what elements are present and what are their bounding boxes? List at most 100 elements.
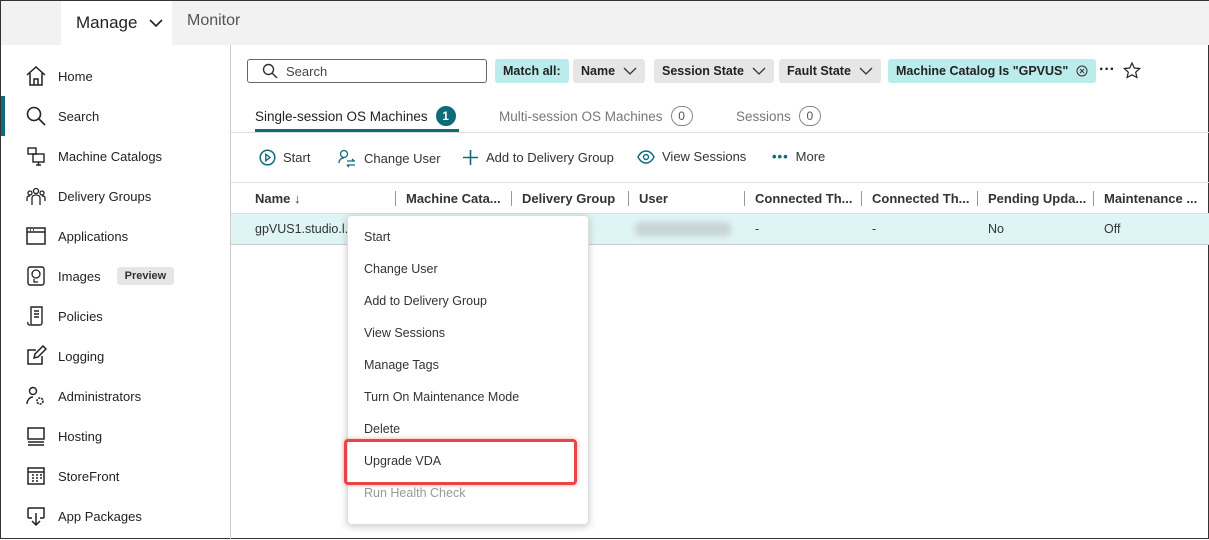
- sidebar-item-label: Home: [58, 68, 93, 84]
- sidebar-item-label: Hosting: [58, 428, 103, 444]
- tab-label: Multi-session OS Machines: [499, 108, 663, 124]
- play-circle-icon: [259, 149, 276, 166]
- menu-item-delete[interactable]: Delete: [364, 422, 400, 436]
- column-header[interactable]: Machine Cata...: [406, 191, 501, 206]
- column-header[interactable]: Pending Upda...: [988, 191, 1086, 206]
- column-header[interactable]: User: [639, 191, 668, 206]
- menu-item-add-to-delivery-group[interactable]: Add to Delivery Group: [364, 294, 487, 308]
- start-button[interactable]: Start: [259, 149, 310, 166]
- machine-catalog-filter[interactable]: Machine Catalog Is "GPVUS": [888, 59, 1097, 83]
- sidebar-item-applications[interactable]: Applications: [1, 216, 230, 256]
- cell-connected: -: [872, 222, 877, 236]
- chevron-down-icon: [859, 67, 873, 75]
- logging-icon: [25, 345, 47, 367]
- manage-label: Manage: [76, 13, 138, 32]
- sidebar-item-label: App Packages: [58, 508, 142, 524]
- more-button[interactable]: ••• More: [772, 149, 825, 164]
- name-filter[interactable]: Name: [573, 59, 646, 83]
- delivery-groups-icon: [25, 185, 47, 207]
- session-state-label: Session State: [662, 64, 744, 78]
- storefront-icon: [25, 465, 47, 487]
- match-all-chip[interactable]: Match all:: [495, 59, 569, 83]
- cell-connected: -: [755, 222, 760, 236]
- sidebar-item-label: Delivery Groups: [58, 188, 152, 204]
- sidebar-item-policies[interactable]: Policies: [1, 296, 230, 336]
- column-header[interactable]: Connected Th...: [872, 191, 970, 206]
- tab-label: Sessions: [736, 108, 791, 124]
- search-icon: [262, 63, 278, 79]
- cell-pending-update: No: [988, 222, 1004, 236]
- menu-item-start[interactable]: Start: [364, 230, 390, 244]
- menu-item-run-health-check[interactable]: Run Health Check: [364, 486, 465, 500]
- name-filter-label: Name: [581, 64, 616, 78]
- more-label: More: [795, 149, 826, 164]
- chevron-down-icon: [752, 67, 766, 75]
- change-user-button[interactable]: Change User: [338, 149, 441, 168]
- hosting-icon: [25, 425, 47, 447]
- sidebar-item-delivery-groups[interactable]: Delivery Groups: [1, 176, 230, 216]
- sidebar-item-label: Applications: [58, 228, 129, 244]
- manage-tab[interactable]: Manage: [61, 1, 172, 45]
- sidebar-item-logging[interactable]: Logging: [1, 336, 230, 376]
- cell-name[interactable]: gpVUS1.studio.l...: [255, 222, 355, 236]
- tab-multi-session[interactable]: Multi-session OS Machines 0: [499, 106, 693, 126]
- sidebar-item-home[interactable]: Home: [1, 56, 230, 96]
- match-all-label: Match all:: [503, 64, 561, 78]
- menu-item-turn-on-maintenance-mode[interactable]: Turn On Maintenance Mode: [364, 390, 519, 404]
- column-resizer[interactable]: [744, 191, 745, 206]
- column-header[interactable]: Name ↓: [255, 191, 301, 206]
- app-packages-icon: [25, 505, 47, 527]
- sidebar-item-images[interactable]: Images Preview: [1, 256, 230, 296]
- monitor-tab[interactable]: Monitor: [187, 12, 240, 30]
- divider: [231, 132, 1209, 133]
- menu-item-manage-tags[interactable]: Manage Tags: [364, 358, 439, 372]
- eye-icon: [637, 149, 655, 164]
- count-badge: 0: [798, 106, 821, 126]
- sidebar-item-label: Machine Catalogs: [58, 148, 163, 164]
- machine-catalog-icon: [25, 145, 47, 167]
- session-state-filter[interactable]: Session State: [654, 59, 774, 83]
- change-user-icon: [338, 149, 355, 168]
- sidebar-item-app-packages[interactable]: App Packages: [1, 496, 230, 536]
- column-header[interactable]: Connected Th...: [755, 191, 853, 206]
- close-circle-icon[interactable]: [1076, 65, 1088, 77]
- tab-sessions[interactable]: Sessions 0: [736, 106, 821, 126]
- count-badge: 1: [435, 106, 456, 126]
- menu-item-change-user[interactable]: Change User: [364, 262, 438, 276]
- count-badge: 0: [670, 106, 693, 126]
- search-input[interactable]: Search: [247, 59, 487, 83]
- machine-catalog-label: Machine Catalog Is "GPVUS": [896, 64, 1069, 78]
- column-header[interactable]: Delivery Group: [522, 191, 615, 206]
- column-resizer[interactable]: [628, 191, 629, 206]
- policies-icon: [25, 305, 47, 327]
- home-icon: [25, 65, 47, 87]
- more-dots-icon: •••: [772, 149, 789, 164]
- search-placeholder: Search: [286, 63, 328, 79]
- sidebar-item-machine-catalogs[interactable]: Machine Catalogs: [1, 136, 230, 176]
- sidebar-item-hosting[interactable]: Hosting: [1, 416, 230, 456]
- sidebar-item-search[interactable]: Search: [1, 96, 230, 136]
- menu-item-view-sessions[interactable]: View Sessions: [364, 326, 445, 340]
- search-icon: [25, 105, 47, 127]
- highlight-box: [344, 439, 577, 485]
- star-icon[interactable]: [1123, 62, 1141, 79]
- tab-single-session[interactable]: Single-session OS Machines 1: [255, 106, 456, 126]
- view-sessions-button[interactable]: View Sessions: [637, 149, 746, 164]
- change-user-label: Change User: [364, 151, 441, 166]
- fault-state-filter[interactable]: Fault State: [779, 59, 881, 83]
- preview-badge: Preview: [116, 267, 175, 285]
- table-header: Name ↓ Machine Cata... Delivery Group User C…: [231, 182, 1209, 214]
- sidebar-item-storefront[interactable]: StoreFront: [1, 456, 230, 496]
- column-header[interactable]: Maintenance ...: [1104, 191, 1197, 206]
- add-to-delivery-group-button[interactable]: Add to Delivery Group: [462, 149, 614, 166]
- sidebar-item-label: Images: [58, 268, 101, 284]
- column-resizer[interactable]: [861, 191, 862, 206]
- sidebar-item-label: Search: [58, 108, 100, 124]
- column-resizer[interactable]: [511, 191, 512, 206]
- column-resizer[interactable]: [1093, 191, 1094, 206]
- more-filters-icon[interactable]: ···: [1099, 61, 1115, 79]
- column-resizer[interactable]: [395, 191, 396, 206]
- chevron-down-icon: [623, 67, 637, 75]
- sidebar-item-administrators[interactable]: Administrators: [1, 376, 230, 416]
- column-resizer[interactable]: [977, 191, 978, 206]
